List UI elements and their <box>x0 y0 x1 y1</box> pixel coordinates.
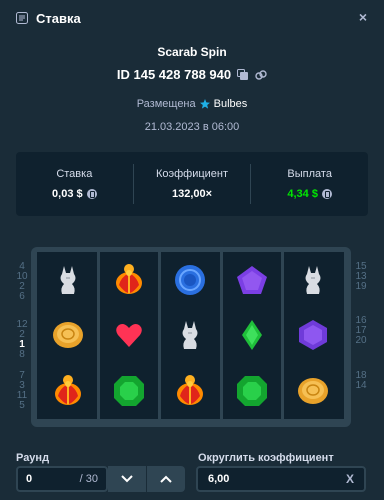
round-coefficient-input[interactable]: 6,00 X <box>196 466 366 492</box>
paylines-left-bot: 7 3 11 5 <box>15 371 29 411</box>
paylines-left-mid: 12 2 1 8 <box>15 320 29 360</box>
green-diamond-icon <box>241 320 262 351</box>
round-label: Раунд <box>16 452 50 464</box>
placed-label: Размещена <box>136 98 196 110</box>
reel-separator <box>96 252 100 419</box>
gold-coin-icon <box>52 322 83 349</box>
stat-amount: 4,34 $ <box>287 188 318 200</box>
payline-number: 19 <box>355 281 367 292</box>
reel-symbol-purple-pentagon <box>221 252 282 308</box>
modal-header: Ставка <box>0 0 384 36</box>
purple-hexagon-icon <box>299 320 328 351</box>
bet-id: ID 145 428 788 940 <box>116 67 232 82</box>
payline-number: 20 <box>355 335 367 346</box>
reel-symbol-jackal <box>283 252 344 308</box>
reel-symbol-jackal <box>37 252 98 308</box>
round-prev-button[interactable] <box>108 466 146 492</box>
round-coef-value: 6,00 <box>208 473 230 485</box>
reel-symbol-green-diamond <box>221 308 282 364</box>
stat-value: 4,34 $ <box>287 188 332 200</box>
stat-amount: 132,00× <box>171 188 213 200</box>
reel-symbol-gold-coin <box>37 308 98 364</box>
round-coef-label: Округлить коэффициент <box>198 452 334 464</box>
stat-value: 0,03 $ <box>52 188 97 200</box>
game-title: Scarab Spin <box>157 45 227 59</box>
clear-icon[interactable]: X <box>346 472 354 486</box>
copy-icon[interactable] <box>237 68 249 81</box>
jackal-icon <box>182 321 198 350</box>
stat-label: Выплата <box>287 168 332 180</box>
round-input[interactable]: 0 / 30 <box>16 466 108 492</box>
jackal-icon <box>305 265 321 294</box>
chevron-down-icon <box>121 475 133 483</box>
reel-separator <box>219 252 223 419</box>
payline-number: 14 <box>355 380 367 391</box>
reel-symbol-red-heart <box>98 308 159 364</box>
reel-symbol-jackal <box>160 308 221 364</box>
reels-grid <box>37 252 344 419</box>
scarab-icon <box>177 375 204 406</box>
payline-number: 6 <box>19 291 25 302</box>
stat-bet: Ставка 0,03 $ <box>16 152 133 216</box>
reel-symbol-scarab <box>98 252 159 308</box>
link-icon[interactable] <box>255 69 267 81</box>
reel-separator <box>158 252 162 419</box>
reel-symbol-scarab <box>160 363 221 419</box>
close-icon[interactable]: × <box>356 10 370 24</box>
placed-by: Размещена Bulbes <box>0 98 384 110</box>
currency-icon <box>321 189 332 199</box>
username-link[interactable]: Bulbes <box>214 98 248 110</box>
paylines-right-bot: 18 14 <box>354 371 368 391</box>
purple-pentagon-icon <box>236 265 267 294</box>
reel-symbol-gold-coin <box>283 363 344 419</box>
gold-coin-icon <box>298 378 329 405</box>
reel-symbol-scarab <box>37 363 98 419</box>
stat-value: 132,00× <box>172 188 212 200</box>
reel-symbol-green-octagon <box>98 363 159 419</box>
currency-icon <box>86 189 97 199</box>
paylines-left-top: 4 10 2 6 <box>15 262 29 302</box>
stat-payout: Выплата 4,34 $ <box>250 164 368 204</box>
paylines-right-top: 15 13 19 <box>354 262 368 292</box>
modal-title: Ставка <box>36 10 81 26</box>
paylines-right-mid: 16 17 20 <box>354 316 368 346</box>
stat-label: Коэффициент <box>155 168 229 180</box>
reel-symbol-blue-ring <box>160 252 221 308</box>
green-octagon-icon <box>236 376 267 407</box>
bet-date: 21.03.2023 в 06:00 <box>144 121 240 133</box>
reel-symbol-purple-hexagon <box>283 308 344 364</box>
stat-label: Ставка <box>56 168 93 180</box>
stat-multiplier: Коэффициент 132,00× <box>132 164 251 204</box>
reel-symbol-green-octagon <box>221 363 282 419</box>
green-octagon-icon <box>114 376 145 407</box>
bet-stats-panel: Ставка 0,03 $ Коэффициент 132,00× Выплат… <box>16 152 368 216</box>
red-heart-icon <box>116 324 142 348</box>
round-total: / 30 <box>79 473 98 485</box>
payline-number: 8 <box>19 349 25 360</box>
bet-id-row: ID 145 428 788 940 <box>0 67 384 82</box>
bet-slip-icon <box>16 12 28 24</box>
scarab-icon <box>54 375 81 406</box>
round-value: 0 <box>26 473 33 485</box>
stat-amount: 0,03 $ <box>52 188 83 200</box>
round-next-button[interactable] <box>147 466 185 492</box>
payline-number: 5 <box>19 400 25 411</box>
jackal-icon <box>60 265 76 294</box>
reel-separator <box>281 252 285 419</box>
scarab-icon <box>116 263 143 294</box>
blue-ring-icon <box>175 264 206 295</box>
star-icon <box>199 99 210 109</box>
chevron-up-icon <box>160 475 172 483</box>
